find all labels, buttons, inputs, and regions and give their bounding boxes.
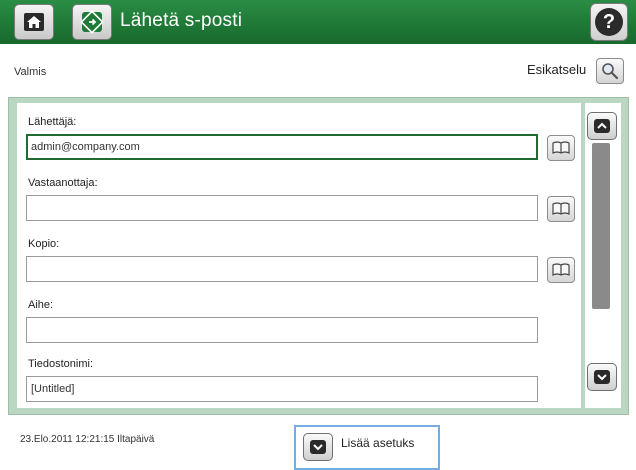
to-field[interactable] — [26, 195, 538, 221]
help-icon: ? — [595, 8, 623, 36]
cc-field[interactable] — [26, 256, 538, 282]
from-label: Lähettäjä: — [28, 116, 77, 128]
status-text: Valmis — [14, 66, 47, 78]
home-button[interactable] — [14, 4, 54, 40]
filename-label: Tiedostonimi: — [28, 358, 94, 370]
home-icon — [24, 13, 44, 31]
from-address-book-button[interactable] — [547, 135, 575, 161]
cc-address-book-button[interactable] — [547, 257, 575, 283]
scroll-down-button[interactable] — [587, 363, 617, 391]
filename-field[interactable]: [Untitled] — [26, 376, 538, 402]
page-title: Lähetä s-posti — [120, 10, 243, 31]
scrollbar-thumb[interactable] — [592, 143, 610, 309]
to-label: Vastaanottaja: — [28, 177, 98, 189]
magnifier-icon — [602, 63, 619, 80]
help-button[interactable]: ? — [590, 3, 628, 41]
datetime-text: 23.Elo.2011 12:21:15 Iltapäivä — [20, 434, 155, 445]
more-options-button[interactable] — [303, 433, 333, 461]
preview-label: Esikatselu — [527, 62, 587, 77]
address-book-icon — [552, 141, 570, 154]
subject-field[interactable] — [26, 317, 538, 343]
more-options-label[interactable]: Lisää asetuks — [341, 436, 414, 450]
address-book-icon — [552, 263, 570, 276]
chevron-up-icon — [594, 119, 610, 133]
preview-button[interactable] — [596, 58, 624, 84]
scroll-up-button[interactable] — [587, 112, 617, 140]
subject-label: Aihe: — [28, 299, 54, 311]
to-address-book-button[interactable] — [547, 196, 575, 222]
send-email-icon — [80, 10, 104, 34]
from-field[interactable]: admin@company.com — [26, 134, 538, 160]
address-book-icon — [552, 202, 570, 215]
cc-label: Kopio: — [28, 238, 60, 250]
chevron-down-icon — [310, 440, 326, 454]
chevron-down-icon — [594, 370, 610, 384]
send-email-app-button[interactable] — [72, 4, 112, 40]
